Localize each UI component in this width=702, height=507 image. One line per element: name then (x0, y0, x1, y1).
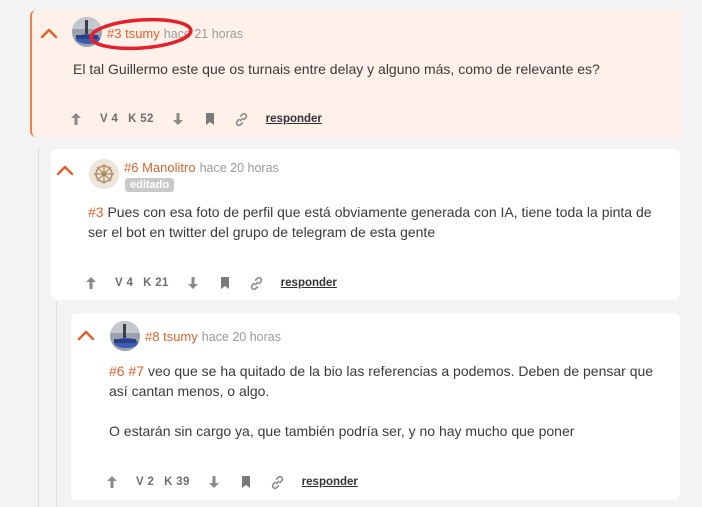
link-icon[interactable] (249, 275, 265, 291)
comment-actions: V 4 K 21 responder (83, 275, 337, 291)
author-link[interactable]: #6 Manolitro (124, 160, 196, 175)
comment-reference-link[interactable]: #3 (88, 204, 104, 220)
chevron-up-icon (77, 330, 95, 341)
vote-count: V 4 (100, 113, 119, 125)
collapse-button[interactable] (56, 164, 76, 180)
reply-link[interactable]: responder (266, 113, 322, 125)
comment-reference-link[interactable]: #7 (128, 363, 144, 379)
comment-header: #8 tsumy hace 20 horas (145, 329, 281, 344)
timestamp: hace 20 horas (201, 330, 281, 344)
collapse-button[interactable] (40, 27, 60, 43)
comment-reference-link[interactable]: #6 (109, 363, 125, 379)
bookmark-icon[interactable] (217, 275, 233, 291)
comment-header: #6 Manolitro hace 20 horas (124, 160, 279, 175)
comment-paragraph: O estarán sin cargo ya, que también podr… (109, 423, 575, 439)
arrow-up-icon[interactable] (83, 275, 99, 291)
arrow-down-icon[interactable] (185, 275, 201, 291)
vote-count: V 4 (115, 277, 134, 289)
chevron-up-icon (40, 28, 58, 39)
comment-text: #3 Pues con esa foto de perfil que está … (88, 204, 652, 240)
comment-text: #6 #7 veo que se ha quitado de la bio la… (109, 363, 654, 439)
comment-actions: V 4 K 52 responder (68, 111, 322, 127)
arrow-down-icon[interactable] (206, 474, 222, 490)
collapse-button[interactable] (77, 329, 97, 345)
avatar[interactable] (89, 159, 119, 189)
timestamp: hace 20 horas (199, 161, 279, 175)
thread-line (38, 148, 39, 507)
author-link[interactable]: #8 tsumy (145, 329, 198, 344)
karma-count: K 39 (164, 476, 190, 488)
bookmark-icon[interactable] (238, 474, 254, 490)
arrow-up-icon[interactable] (104, 474, 120, 490)
karma-count: K 21 (143, 277, 169, 289)
edited-badge: editado (125, 178, 175, 192)
comment-text: El tal Guillermo este que os turnais ent… (73, 61, 600, 77)
vote-count: V 2 (136, 476, 155, 488)
reply-link[interactable]: responder (281, 277, 337, 289)
bookmark-icon[interactable] (202, 111, 218, 127)
comment-3: #3 tsumy hace 21 horas El tal Guillermo e… (30, 10, 682, 137)
author-link[interactable]: #3 tsumy (107, 26, 160, 41)
karma-count: K 52 (128, 113, 154, 125)
comment-6: #6 Manolitro hace 20 horas editado #3 Pue… (51, 149, 680, 300)
arrow-down-icon[interactable] (170, 111, 186, 127)
comment-actions: V 2 K 39 responder (104, 474, 358, 490)
comment-header: #3 tsumy hace 21 horas (107, 26, 243, 41)
chevron-up-icon (56, 165, 74, 176)
thread-line (56, 302, 57, 507)
comment-8: #8 tsumy hace 20 horas #6 #7 veo que se h… (71, 313, 680, 500)
link-icon[interactable] (270, 474, 286, 490)
avatar[interactable] (72, 17, 102, 47)
reply-link[interactable]: responder (302, 476, 358, 488)
link-icon[interactable] (234, 111, 250, 127)
timestamp: hace 21 horas (163, 27, 243, 41)
arrow-up-icon[interactable] (68, 111, 84, 127)
avatar[interactable] (110, 321, 140, 351)
